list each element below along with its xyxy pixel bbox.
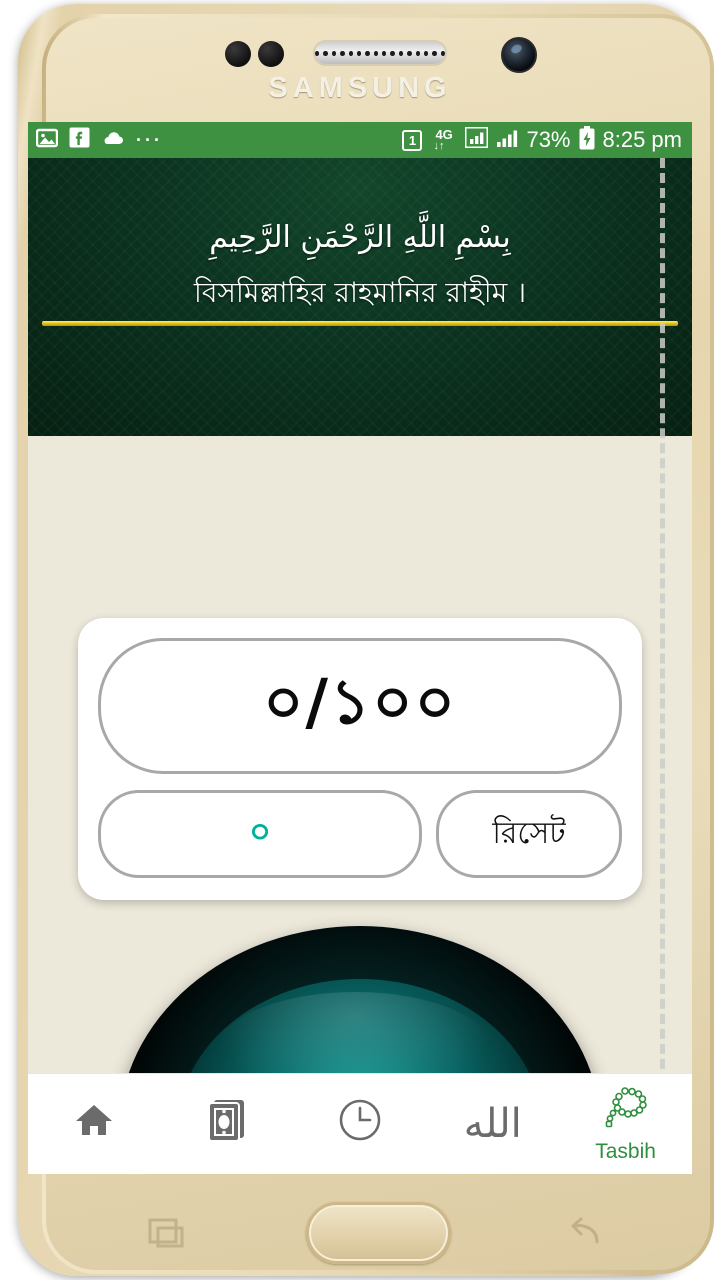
gallery-icon — [35, 127, 59, 154]
recents-key-icon[interactable] — [146, 1216, 188, 1250]
count-value-label: ০/১০০ — [263, 664, 457, 738]
proximity-sensor-icon — [225, 41, 251, 67]
front-camera-icon — [501, 37, 537, 73]
prayer-beads-icon — [601, 1086, 651, 1137]
nav-item-quran[interactable] — [161, 1074, 294, 1174]
device-brand-label: SAMSUNG — [268, 72, 452, 104]
network-type-indicator: 4G ↓↑ — [433, 127, 453, 152]
battery-percent-label: 73% — [526, 127, 571, 152]
status-bar-notifications: ··· — [35, 127, 163, 154]
counter-actions-row: ০ রিসেট — [98, 790, 622, 878]
sim-indicator: 1 — [402, 129, 423, 151]
status-bar: ··· 1 4G ↓↑ 73% 8:25 pm — [28, 122, 692, 158]
more-dots-icon: ··· — [136, 130, 163, 150]
allah-calligraphy-icon: الله — [463, 1101, 522, 1147]
status-bar-system: 1 4G ↓↑ 73% 8:25 pm — [402, 125, 683, 155]
nav-item-tasbih[interactable]: Tasbih — [559, 1074, 692, 1174]
facebook-icon — [69, 127, 90, 153]
earpiece-speaker — [313, 40, 447, 66]
cloud-icon — [101, 129, 125, 152]
bottom-navigation-bar: الله Tasbih — [28, 1073, 692, 1174]
screenshot-root: SAMSUNG ··· 1 4G ↓↑ 73% 8:25 pm بِسْمِ ا… — [0, 0, 720, 1280]
signal-bars-sim1-icon — [464, 126, 489, 153]
header-divider — [42, 321, 678, 326]
home-icon — [72, 1098, 116, 1147]
bismillah-header: بِسْمِ اللَّهِ الرَّحْمَنِ الرَّحِيمِ বি… — [28, 158, 692, 436]
tasbih-main-area: ০/১০০ ০ রিসেট — [28, 436, 692, 1174]
progress-value-label: ০ — [248, 811, 272, 852]
counter-card: ০/১০০ ০ রিসেট — [78, 618, 642, 900]
book-icon — [206, 1097, 248, 1148]
progress-pill[interactable]: ০ — [98, 790, 422, 878]
reset-button-label: রিসেট — [492, 815, 566, 851]
nav-item-allah[interactable]: الله — [426, 1074, 559, 1174]
phone-screen: ··· 1 4G ↓↑ 73% 8:25 pm بِسْمِ اللَّهِ ا… — [28, 122, 692, 1174]
battery-charging-icon — [579, 125, 595, 155]
home-key-button[interactable] — [306, 1202, 451, 1264]
clock-label: 8:25 pm — [602, 127, 683, 152]
nav-label-tasbih: Tasbih — [595, 1139, 656, 1163]
nav-item-time[interactable] — [294, 1074, 427, 1174]
nav-item-home[interactable] — [28, 1074, 161, 1174]
bismillah-bangla-text: বিসমিল্লাহির রাহমানির রাহীম । — [193, 276, 527, 309]
reset-button[interactable]: রিসেট — [436, 790, 622, 878]
light-sensor-icon — [258, 41, 284, 67]
bismillah-arabic-text: بِسْمِ اللَّهِ الرَّحْمَنِ الرَّحِيمِ — [209, 220, 511, 255]
back-key-icon[interactable] — [563, 1216, 605, 1250]
count-display-pill[interactable]: ০/১০০ — [98, 638, 622, 774]
clock-icon — [337, 1097, 383, 1148]
signal-bars-sim2-icon — [496, 127, 518, 153]
